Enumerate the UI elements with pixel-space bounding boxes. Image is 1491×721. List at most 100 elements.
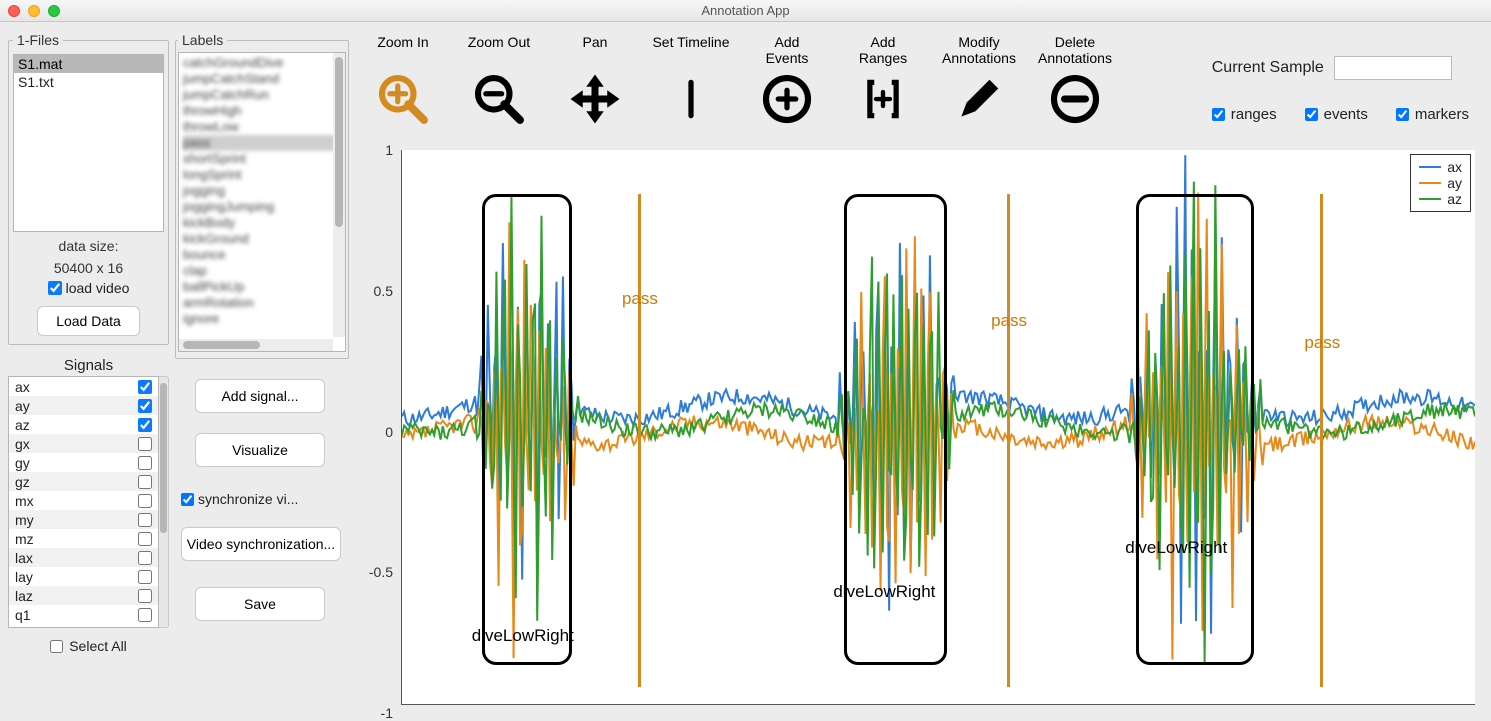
zoom-out-tool[interactable]: Zoom Out: [451, 32, 547, 132]
label-row[interactable]: bounce: [183, 247, 341, 263]
signal-row[interactable]: gx: [9, 434, 158, 453]
signal-name: q1: [15, 607, 31, 623]
delete-annotations-tool[interactable]: Delete Annotations: [1027, 32, 1123, 132]
files-legend: 1-Files: [13, 32, 63, 48]
signal-checkbox[interactable]: [138, 494, 152, 508]
signal-checkbox[interactable]: [138, 513, 152, 527]
video-synchronization-button[interactable]: Video synchronization...: [181, 527, 341, 561]
zoom-in-tool[interactable]: Zoom In: [355, 32, 451, 132]
file-row[interactable]: S1.mat: [14, 55, 163, 73]
signal-row[interactable]: az: [9, 415, 158, 434]
pan-icon: [547, 66, 643, 132]
label-row[interactable]: kickBody: [183, 215, 341, 231]
zoom-in-icon: [355, 66, 451, 132]
label-row[interactable]: jumpCatchStand: [183, 71, 341, 87]
signal-checkbox[interactable]: [138, 380, 152, 394]
pan-tool[interactable]: Pan: [547, 32, 643, 132]
load-video-input[interactable]: [48, 281, 62, 295]
files-list[interactable]: S1.mat S1.txt: [13, 54, 164, 232]
y-tick: 0.5: [374, 283, 393, 299]
synchronize-video-label: synchronize vi...: [198, 491, 298, 507]
delete-icon: [1027, 66, 1123, 132]
signal-row[interactable]: mx: [9, 491, 158, 510]
file-row[interactable]: S1.txt: [14, 73, 163, 91]
labels-scrollbar-horizontal[interactable]: [179, 339, 333, 351]
labels-legend: Labels: [178, 32, 227, 48]
signal-checkbox[interactable]: [138, 437, 152, 451]
signal-checkbox[interactable]: [138, 608, 152, 622]
signal-checkbox[interactable]: [138, 475, 152, 489]
signal-checkbox[interactable]: [138, 399, 152, 413]
add-events-label: Add Events: [739, 32, 835, 66]
events-checkbox[interactable]: events: [1305, 106, 1368, 123]
event-annotation[interactable]: [1007, 194, 1010, 687]
signal-checkbox[interactable]: [138, 589, 152, 603]
signal-checkbox[interactable]: [138, 532, 152, 546]
synchronize-video-input[interactable]: [181, 493, 194, 506]
view-options: ranges events markers: [1212, 106, 1469, 123]
label-row[interactable]: catchGroundDive: [183, 55, 341, 71]
signal-row[interactable]: gy: [9, 453, 158, 472]
plot-area[interactable]: axayaz diveLowRightdiveLowRightdiveLowRi…: [401, 150, 1475, 705]
load-data-button[interactable]: Load Data: [37, 306, 140, 336]
signals-scrollbar[interactable]: [159, 376, 169, 628]
signal-row[interactable]: laz: [9, 586, 158, 605]
add-signal-button[interactable]: Add signal...: [195, 379, 325, 413]
labels-list[interactable]: catchGroundDivejumpCatchStandjumpCatchRu…: [178, 52, 346, 352]
event-annotation[interactable]: [1320, 194, 1323, 687]
add-ranges-tool[interactable]: Add Ranges: [835, 32, 931, 132]
ranges-checkbox[interactable]: ranges: [1212, 106, 1277, 123]
add-ranges-label: Add Ranges: [835, 32, 931, 66]
load-video-checkbox[interactable]: load video: [13, 280, 164, 296]
signal-checkbox[interactable]: [138, 456, 152, 470]
signal-row[interactable]: ay: [9, 396, 158, 415]
label-row[interactable]: jogging: [183, 183, 341, 199]
label-row[interactable]: throwLow: [183, 119, 341, 135]
signals-list[interactable]: axayazgxgy gzmxmymz lax laylaz q1: [8, 376, 159, 628]
modify-annotations-tool[interactable]: Modify Annotations: [931, 32, 1027, 132]
label-row[interactable]: ignore: [183, 311, 341, 327]
select-all-label: Select All: [69, 638, 127, 654]
range-annotation[interactable]: [1136, 194, 1254, 665]
label-row[interactable]: jumpCatchRun: [183, 87, 341, 103]
signal-name: lax: [15, 550, 33, 566]
pencil-icon: [931, 66, 1027, 132]
signal-row[interactable]: mz: [9, 529, 158, 548]
event-annotation[interactable]: [638, 194, 641, 687]
visualize-button[interactable]: Visualize: [195, 433, 325, 467]
set-timeline-tool[interactable]: Set Timeline: [643, 32, 739, 132]
range-annotation[interactable]: [482, 194, 571, 665]
signal-row[interactable]: my: [9, 510, 158, 529]
signal-name: lay: [15, 569, 33, 585]
signal-name: gz: [15, 474, 30, 490]
label-row[interactable]: joggingJumping: [183, 199, 341, 215]
signal-row[interactable]: lay: [9, 567, 158, 586]
label-row[interactable]: longSprint: [183, 167, 341, 183]
add-ranges-icon: [835, 66, 931, 132]
event-label: pass: [1304, 333, 1340, 353]
select-all-checkbox[interactable]: Select All: [8, 638, 169, 654]
label-row[interactable]: clap: [183, 263, 341, 279]
markers-checkbox[interactable]: markers: [1396, 106, 1469, 123]
label-row[interactable]: ballPickUp: [183, 279, 341, 295]
signal-row[interactable]: q1: [9, 605, 158, 624]
add-events-tool[interactable]: Add Events: [739, 32, 835, 132]
select-all-input[interactable]: [50, 640, 63, 653]
signal-row[interactable]: ax: [9, 377, 158, 396]
label-row[interactable]: pass: [183, 135, 341, 151]
signal-checkbox[interactable]: [138, 418, 152, 432]
plot[interactable]: -1-0.500.51 axayaz diveLowRightdiveLowRi…: [361, 150, 1477, 713]
current-sample-input[interactable]: [1334, 56, 1452, 80]
synchronize-video-checkbox[interactable]: synchronize vi...: [181, 491, 349, 507]
label-row[interactable]: armRotation: [183, 295, 341, 311]
data-size-label: data size:: [13, 238, 164, 254]
signal-checkbox[interactable]: [138, 570, 152, 584]
label-row[interactable]: kickGround: [183, 231, 341, 247]
label-row[interactable]: shortSprint: [183, 151, 341, 167]
signal-checkbox[interactable]: [138, 551, 152, 565]
save-button[interactable]: Save: [195, 587, 325, 621]
signal-row[interactable]: gz: [9, 472, 158, 491]
label-row[interactable]: throwHigh: [183, 103, 341, 119]
signal-row[interactable]: lax: [9, 548, 158, 567]
labels-scrollbar-vertical[interactable]: [333, 53, 345, 337]
